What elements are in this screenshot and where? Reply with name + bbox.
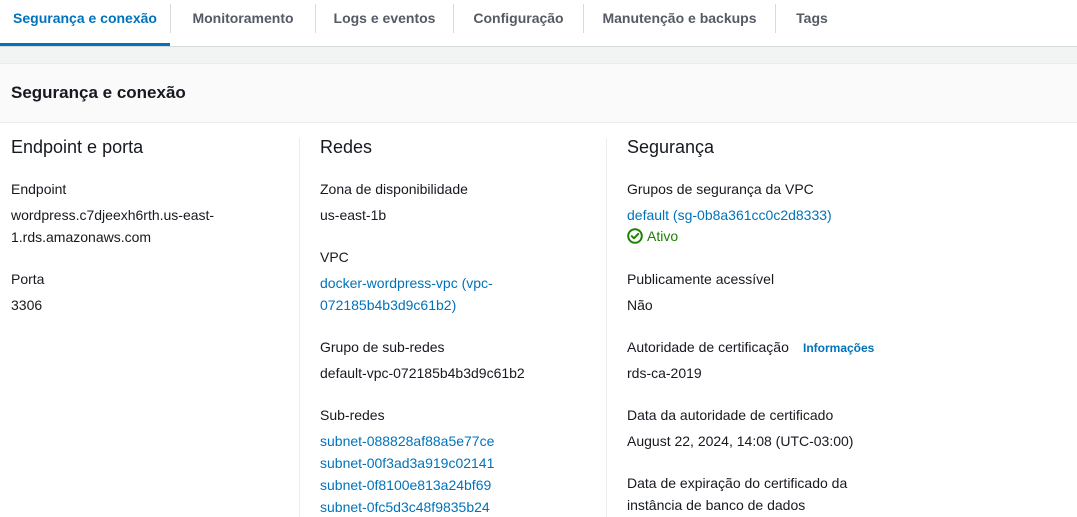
certificate-authority-date-value: August 22, 2024, 14:08 (UTC-03:00) (627, 433, 854, 449)
tab-logs-events[interactable]: Logs e eventos (316, 0, 453, 46)
status-text: Ativo (647, 228, 679, 244)
certificate-expiry-label-line1: Data de expiração do certificado da (627, 475, 848, 491)
network-heading: Redes (320, 137, 373, 157)
subnets-label: Sub-redes (320, 407, 385, 423)
subnet-link[interactable]: subnet-0f8100e813a24bf69 (320, 474, 491, 496)
column-divider (299, 138, 300, 517)
tab-maintenance-backups[interactable]: Manutenção e backups (584, 0, 775, 46)
tab-tags[interactable]: Tags (776, 0, 848, 46)
endpoint-value-line1[interactable]: wordpress.c7djeexh6rth.us-east- (11, 204, 214, 226)
certificate-expiry-label-line2: instância de banco de dados (627, 497, 806, 513)
public-access-value: Não (627, 297, 653, 313)
security-groups-label: Grupos de segurança da VPC (627, 181, 814, 197)
tab-security-connection[interactable]: Segurança e conexão (0, 0, 170, 46)
vpc-link-line2[interactable]: 072185b4b3d9c61b2) (320, 294, 456, 316)
tab-configuration[interactable]: Configuração (454, 0, 583, 46)
security-group-link[interactable]: default (sg-0b8a361cc0c2d8333) (627, 204, 832, 226)
subnet-group-label: Grupo de sub-redes (320, 339, 445, 355)
check-circle-icon (627, 228, 647, 244)
subnet-link[interactable]: subnet-0fc5d3c48f9835b24 (320, 496, 490, 517)
vpc-link-line1[interactable]: docker-wordpress-vpc (vpc- (320, 272, 493, 294)
subnet-link[interactable]: subnet-00f3ad3a919c02141 (320, 452, 494, 474)
tab-monitoring[interactable]: Monitoramento (171, 0, 315, 46)
certificate-authority-value: rds-ca-2019 (627, 365, 702, 381)
security-group-status: Ativo (627, 228, 678, 244)
tab-bar: Segurança e conexão Monitoramento Logs e… (0, 0, 1077, 47)
panel-title: Segurança e conexão (11, 83, 186, 102)
info-link[interactable]: Informações (803, 341, 874, 355)
endpoint-port-heading: Endpoint e porta (11, 137, 144, 157)
availability-zone-value: us-east-1b (320, 207, 387, 223)
security-connection-panel: Segurança e conexão Endpoint e porta End… (0, 63, 1077, 517)
panel-header: Segurança e conexão (0, 64, 1077, 123)
subnet-link[interactable]: subnet-088828af88a5e77ce (320, 430, 494, 452)
vpc-label: VPC (320, 249, 349, 265)
public-access-label: Publicamente acessível (627, 271, 775, 287)
availability-zone-label: Zona de disponibilidade (320, 181, 468, 197)
subnet-group-value: default-vpc-072185b4b3d9c61b2 (320, 365, 525, 381)
endpoint-value-line2[interactable]: 1.rds.amazonaws.com (11, 226, 151, 248)
certificate-authority-label: Autoridade de certificação (627, 339, 789, 355)
certificate-authority-date-label: Data da autoridade de certificado (627, 407, 834, 423)
port-label: Porta (11, 271, 45, 287)
security-heading: Segurança (627, 137, 715, 157)
endpoint-label: Endpoint (11, 181, 67, 197)
port-value: 3306 (11, 297, 43, 313)
column-divider (606, 138, 607, 517)
